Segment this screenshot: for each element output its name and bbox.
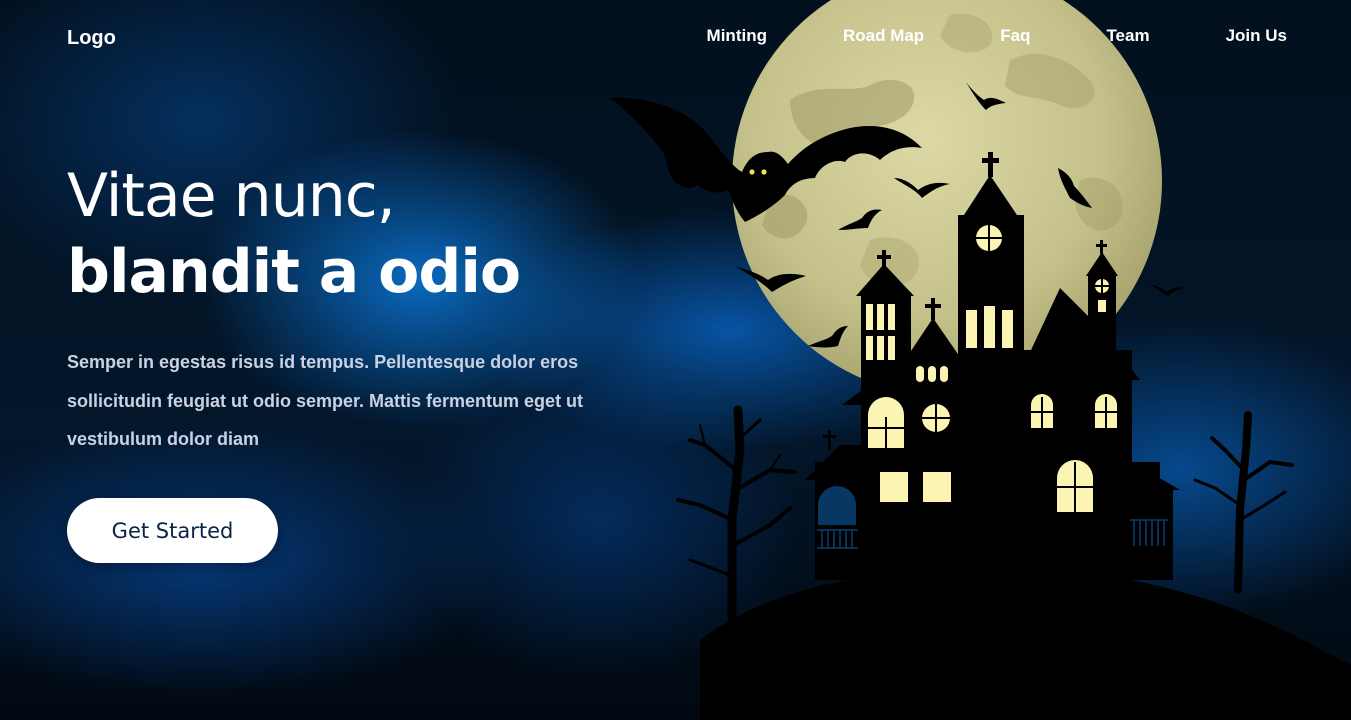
bat-icon [1148,284,1184,296]
hero-headline: Vitae nunc, blandit a odio [67,158,521,310]
nav-link-team[interactable]: Team [1106,26,1149,46]
main-nav: Minting Road Map Faq Team Join Us [707,26,1287,46]
bare-tree-icon [1193,411,1294,594]
bare-tree-icon [676,405,797,630]
hero-headline-line-1: Vitae nunc, [67,161,396,231]
hero-section: Logo Minting Road Map Faq Team Join Us V… [0,0,1351,720]
get-started-button[interactable]: Get Started [67,498,278,563]
hill [700,566,1351,720]
nav-link-minting[interactable]: Minting [707,26,767,46]
hero-description: Semper in egestas risus id tempus. Pelle… [67,352,584,449]
nav-link-road-map[interactable]: Road Map [843,26,924,46]
hero-headline-line-2: blandit a odio [67,237,521,307]
nav-link-faq[interactable]: Faq [1000,26,1030,46]
nav-link-join-us[interactable]: Join Us [1226,26,1287,46]
porch-arch [818,486,856,525]
site-logo[interactable]: Logo [67,27,116,50]
